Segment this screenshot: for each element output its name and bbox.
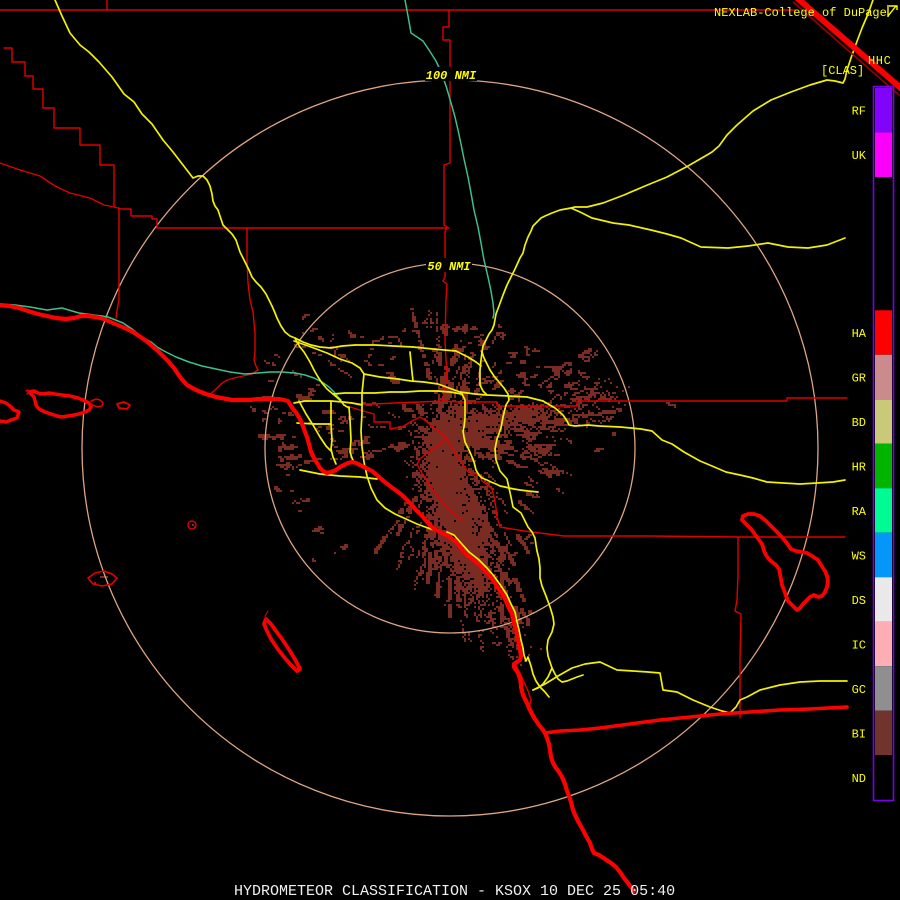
svg-text:IC: IC <box>852 638 866 652</box>
svg-text:[CLAS]: [CLAS] <box>821 64 864 78</box>
svg-text:NEXLAB-College of DuPage: NEXLAB-College of DuPage <box>714 6 887 20</box>
svg-text:50 NMI: 50 NMI <box>427 260 471 274</box>
svg-text:UK: UK <box>852 149 867 163</box>
svg-text:RF: RF <box>852 105 866 119</box>
svg-text:GR: GR <box>852 372 866 386</box>
svg-text:HHC: HHC <box>868 54 891 68</box>
svg-text:HA: HA <box>852 327 867 341</box>
svg-text:100 NMI: 100 NMI <box>426 69 477 83</box>
svg-text:RA: RA <box>852 505 867 519</box>
svg-text:ND: ND <box>852 772 866 786</box>
svg-text:GC: GC <box>852 683 866 697</box>
svg-text:BI: BI <box>852 727 866 741</box>
svg-text:WS: WS <box>852 549 866 563</box>
svg-text:BD: BD <box>852 416 866 430</box>
svg-text:HR: HR <box>852 461 866 475</box>
svg-text:HYDROMETEOR CLASSIFICATION - K: HYDROMETEOR CLASSIFICATION - KSOX 10 DEC… <box>234 883 675 900</box>
svg-text:DS: DS <box>852 594 866 608</box>
